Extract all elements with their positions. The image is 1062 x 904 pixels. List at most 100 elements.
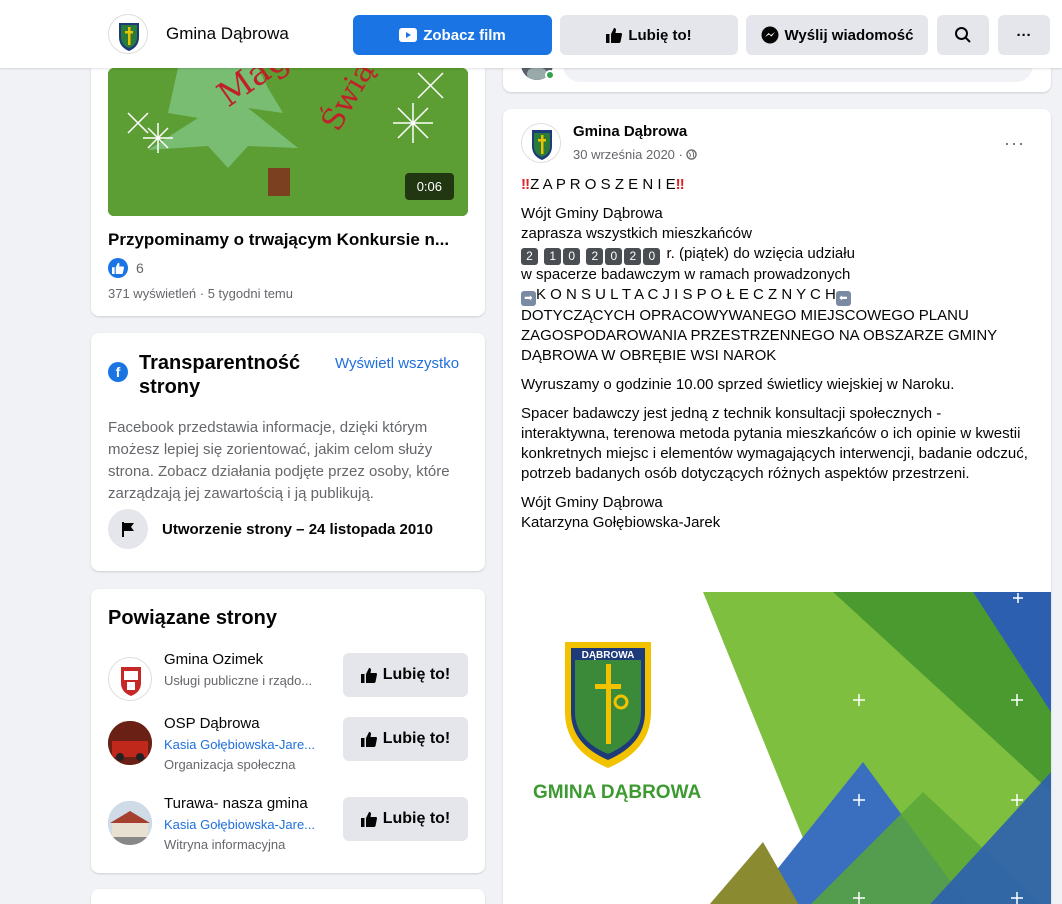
arrow-left-icon: ⬅ [835,291,851,306]
number-1-icon: 1 [544,248,562,265]
globe-icon [686,149,698,160]
transparency-title: Transparentność strony [139,352,301,398]
date-rest: r. (piątek) do wzięcia udziału [666,245,855,262]
like-label: Lubię to! [382,810,451,827]
post-author[interactable]: Gmina Dąbrowa [573,123,687,140]
related-page-category: Witryna informacyjna [164,837,286,852]
like-reaction-icon [108,258,128,278]
crest-text: DĄBROWA [582,650,635,661]
caps-line: ZAGOSPODAROWANIA PRZESTRZENNEGO NA OBSZA… [521,327,998,344]
related-page-name[interactable]: OSP Dąbrowa [164,715,260,732]
see-all-link[interactable]: Wyświetl wszystko [335,355,459,372]
video-card: Mag Świą 0:06 Przypominamy o trwającym K… [91,40,485,316]
watch-video-button[interactable]: Zobacz film [353,15,552,55]
number-0-icon: 0 [643,248,661,265]
video-thumbnail[interactable]: Mag Świą 0:06 [108,68,468,216]
departure-paragraph: Wyruszamy o godzinie 10.00 sprzed świetl… [521,376,955,393]
thumbs-up-icon [360,812,377,827]
banner-label: GMINA DĄBROWA [533,782,702,803]
transparency-description: Facebook przedstawia informacje, dzięki … [108,419,450,502]
video-meta: 371 wyświetleń · 5 tygodni temu [108,286,293,301]
signature-title: Wójt Gminy Dąbrowa [521,494,663,511]
page-header: Gmina Dąbrowa Zobacz film Lubię to! Wyśl… [0,0,1062,68]
related-page-name[interactable]: Gmina Ozimek [164,651,263,668]
walk-description: Spacer badawczy jest jedną z technik kon… [521,405,1028,482]
send-message-button[interactable]: Wyślij wiadomość [746,15,928,55]
like-label: Lubię to! [382,666,451,683]
intro-line: w spacerze badawczym w ramach prowadzony… [521,266,851,283]
post-image[interactable]: DĄBROWA GMINA DĄBROWA [503,592,1051,904]
consultation-text: K O N S U L T A C J I S P O Ł E C Z N Y … [536,286,836,303]
online-indicator [545,70,555,80]
more-options-button[interactable]: ··· [998,15,1050,55]
number-2-icon: 2 [521,248,538,265]
intro-line: Wójt Gminy Dąbrowa [521,205,663,222]
number-0-icon: 0 [605,248,623,265]
related-page-like-button[interactable]: Lubię to! [343,797,468,841]
date-line: 2 10 2020 r. (piątek) do wzięcia udziału [521,244,1031,265]
post-options-button[interactable]: ··· [1004,133,1025,154]
like-count: 6 [136,260,144,276]
search-button[interactable] [937,15,989,55]
video-icon [399,28,418,42]
related-pages-card: Powiązane strony Gmina Ozimek Usługi pub… [91,589,485,873]
related-page-avatar[interactable] [108,657,152,701]
related-page-avatar[interactable] [108,721,152,765]
number-0-icon: 0 [563,248,581,265]
caps-line: DOTYCZĄCYCH OPRACOWYWANEGO MIEJSCOWEGO P… [521,307,969,324]
send-message-label: Wyślij wiadomość [784,26,914,44]
more-options-label: ··· [1016,26,1032,44]
related-page-friend-link[interactable]: Kasia Gołębiowska-Jare... [164,737,315,752]
thumbs-up-icon [360,668,377,683]
related-page-avatar[interactable] [108,801,152,845]
intro-paragraph: Wójt Gminy Dąbrowa zaprasza wszystkich m… [521,204,1031,366]
video-likes[interactable]: 6 [108,258,144,278]
related-page-friend-link[interactable]: Kasia Gołębiowska-Jare... [164,817,315,832]
related-page-item: Turawa- nasza gmina Kasia Gołębiowska-Ja… [108,795,468,855]
watch-video-label: Zobacz film [423,26,506,44]
like-page-label: Lubię to! [628,26,692,44]
next-card [91,889,485,904]
video-title[interactable]: Przypominamy o trwającym Konkursie n... [108,230,449,250]
post-text: ‼Z A P R O S Z E N I E‼ Wójt Gminy Dąbro… [521,175,1031,542]
number-2-icon: 2 [586,248,604,265]
related-pages-title: Powiązane strony [108,607,277,629]
caps-line: DĄBROWA W OBRĘBIE WSI NAROK [521,347,777,364]
search-icon [955,27,971,43]
thumbs-up-icon [360,732,377,747]
related-page-item: Gmina Ozimek Usługi publiczne i rządo...… [108,651,468,711]
post-date[interactable]: 30 września 2020 · [573,147,698,162]
page-created-text: Utworzenie strony – 24 listopada 2010 [162,520,433,538]
invitation-text: Z A P R O S Z E N I E [530,176,676,193]
like-label: Lubię to! [382,730,451,747]
double-exclamation-icon: ‼ [521,176,531,193]
signature: Wójt Gminy Dąbrowa Katarzyna Gołębiowska… [521,493,1031,533]
signature-name: Katarzyna Gołębiowska-Jarek [521,514,721,531]
post-author-avatar[interactable] [521,123,561,163]
number-2-icon: 2 [624,248,642,265]
related-page-category: Usługi publiczne i rządo... [164,673,313,688]
related-page-name[interactable]: Turawa- nasza gmina [164,795,308,812]
video-duration: 0:06 [404,173,454,200]
arrow-right-icon: ➡ [521,291,536,306]
intro-line: zaprasza wszystkich mieszkańców [521,225,752,242]
gmina-banner-graphic: DĄBROWA [503,592,1051,904]
invitation-line: ‼Z A P R O S Z E N I E‼ [521,175,1031,195]
page-title[interactable]: Gmina Dąbrowa [166,24,289,44]
post-card: Gmina Dąbrowa 30 września 2020 · ··· ‼Z … [503,109,1051,904]
facebook-icon: f [108,362,128,382]
page-created-row: Utworzenie strony – 24 listopada 2010 [108,509,433,549]
related-page-item: OSP Dąbrowa Kasia Gołębiowska-Jare... Or… [108,715,468,775]
related-page-like-button[interactable]: Lubię to! [343,717,468,761]
consultation-line: ➡ K O N S U L T A C J I S P O Ł E C Z N Y… [521,285,1031,306]
thumbs-up-icon [606,28,623,43]
like-page-button[interactable]: Lubię to! [560,15,738,55]
related-page-like-button[interactable]: Lubię to! [343,653,468,697]
double-exclamation-icon: ‼ [675,176,685,193]
flag-icon [108,509,148,549]
page-transparency-card: f Transparentność strony Wyświetl wszyst… [91,333,485,571]
page-logo[interactable] [108,14,148,54]
related-page-category: Organizacja społeczna [164,757,296,772]
messenger-icon [761,26,779,44]
post-date-text: 30 września 2020 · [573,147,683,162]
